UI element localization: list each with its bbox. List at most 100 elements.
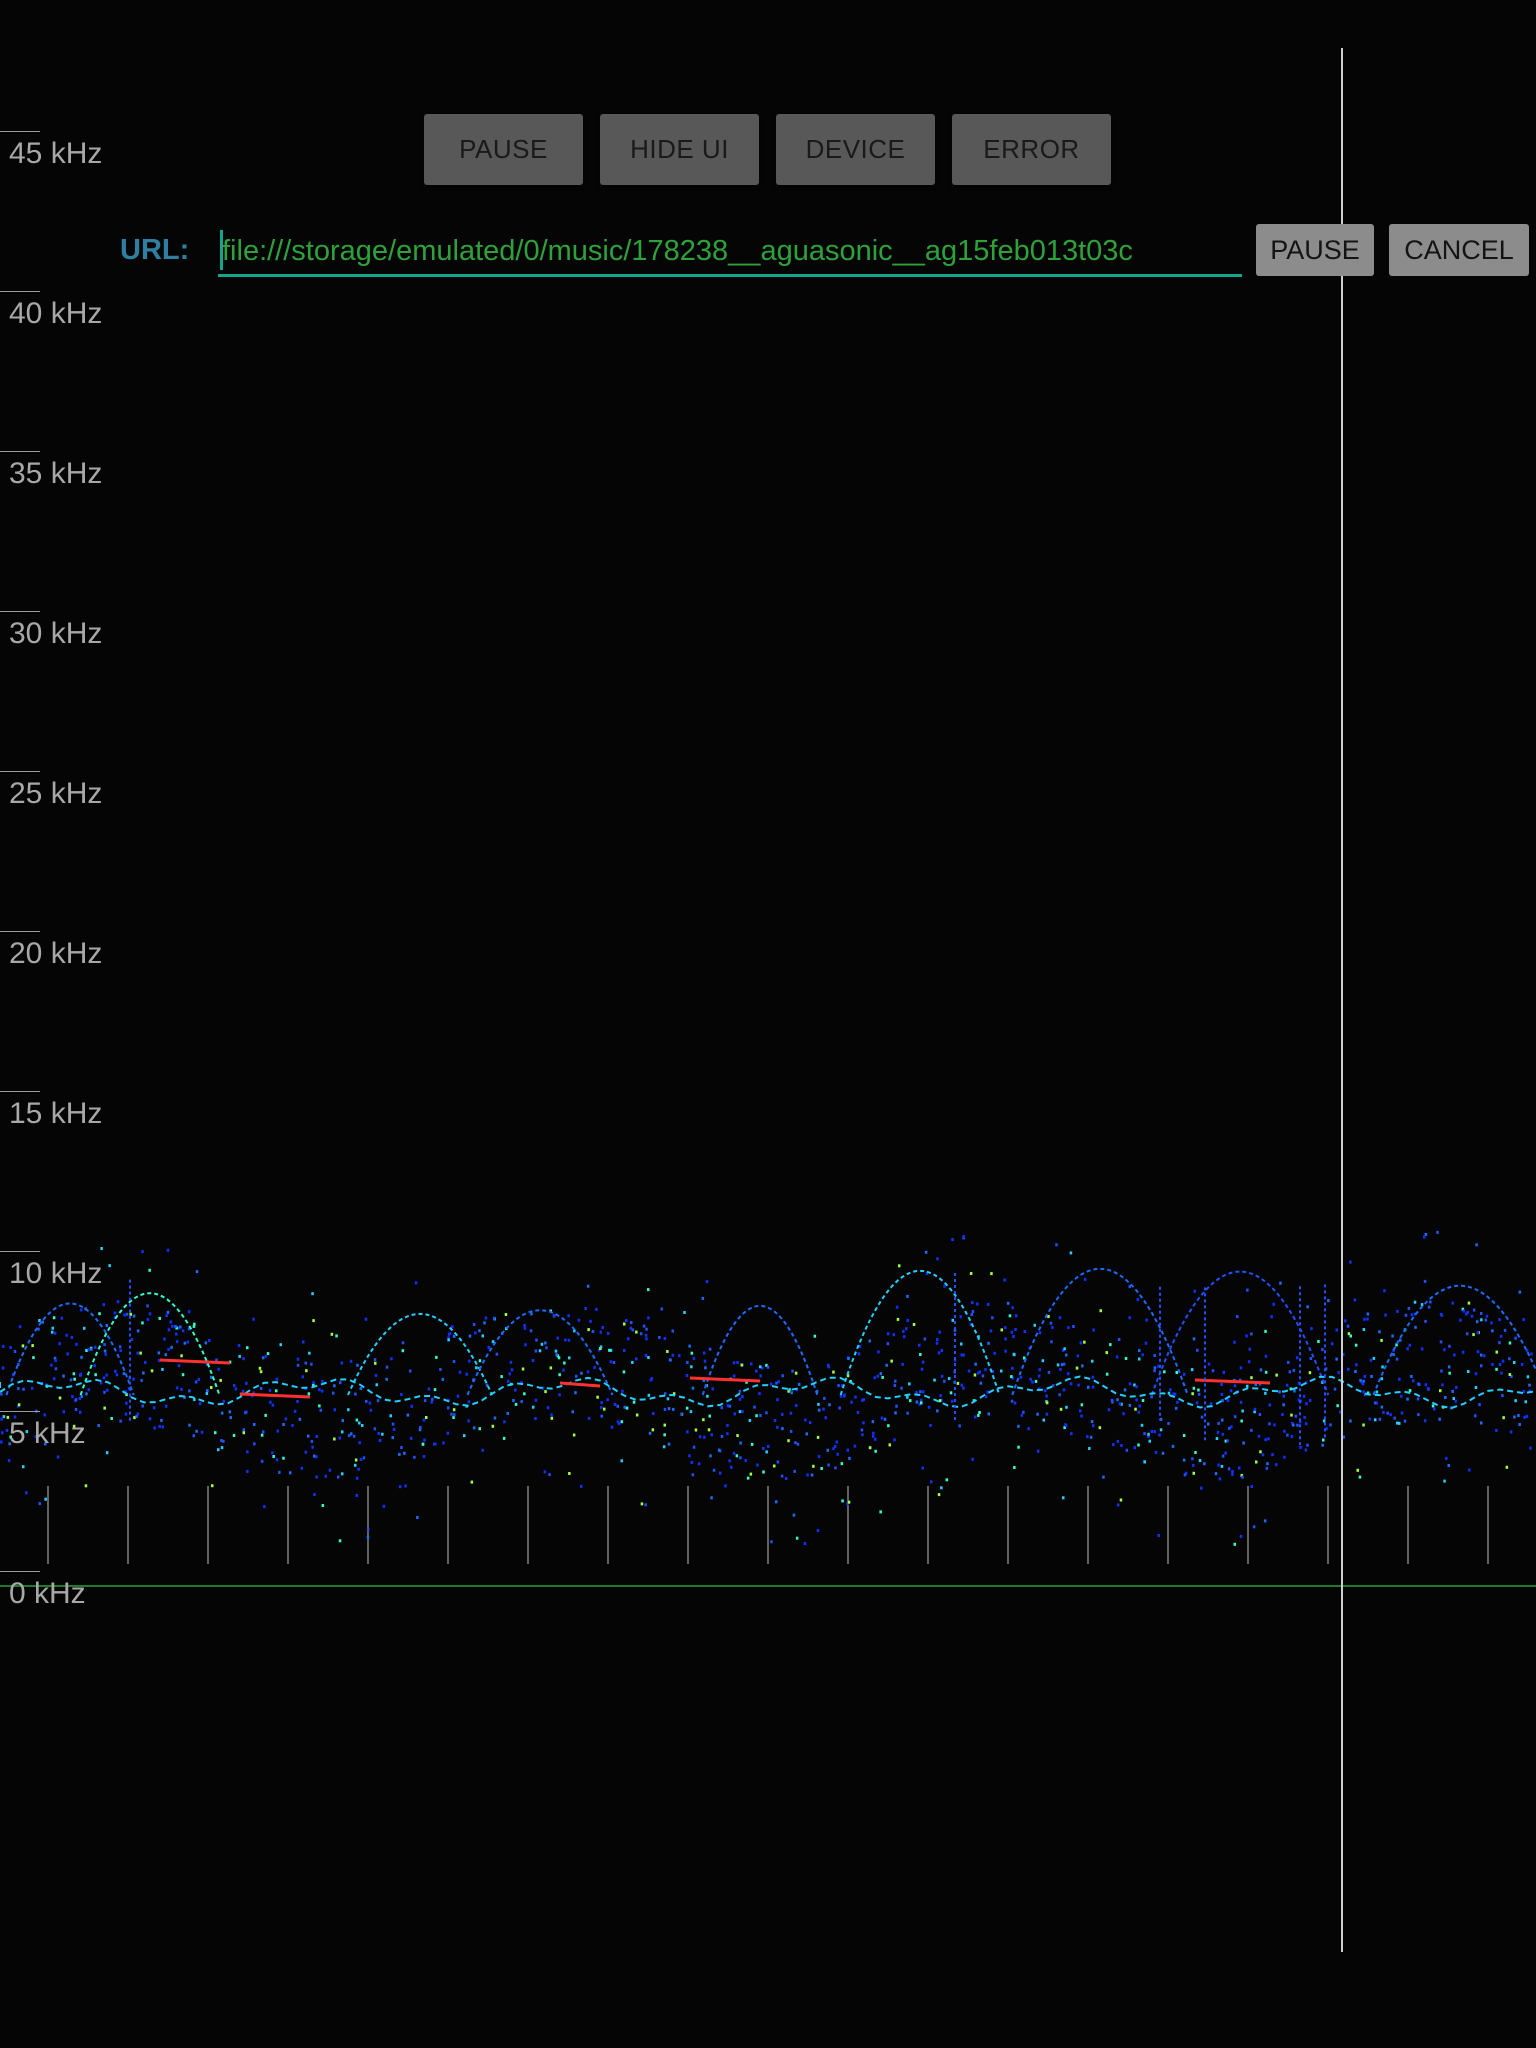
spectrum-speck [741, 1410, 744, 1414]
spectrum-speck [311, 1292, 314, 1296]
url-cancel-button[interactable]: CANCEL [1389, 224, 1529, 276]
spectrum-speck [1282, 1394, 1285, 1398]
spectrum-speck [1513, 1415, 1516, 1419]
time-ticks [47, 1486, 1489, 1564]
spectrum-speck [105, 1451, 109, 1455]
spectrum-speck [710, 1433, 713, 1437]
spectrum-speck [123, 1313, 126, 1317]
spectrogram-canvas[interactable] [0, 0, 1536, 2048]
spectrum-speck [175, 1340, 179, 1344]
spectrum-speck [105, 1324, 108, 1327]
freq-tick-40 [0, 291, 40, 292]
spectrum-speck [1192, 1386, 1196, 1390]
url-pause-button[interactable]: PAUSE [1256, 224, 1374, 276]
spectrum-speck [1322, 1419, 1326, 1423]
spectrum-speck [738, 1397, 742, 1401]
spectrum-speck [1231, 1469, 1234, 1473]
spectrum-speck [534, 1417, 537, 1420]
spectrum-speck [1045, 1394, 1048, 1398]
spectrum-speck [1029, 1377, 1032, 1381]
spectrum-speck [1197, 1388, 1200, 1392]
spectrum-speck [1154, 1450, 1158, 1454]
spectrum-speck [534, 1349, 538, 1353]
spectrum-speck [93, 1364, 96, 1368]
freq-label-35: 35 kHz [9, 457, 103, 490]
spectrum-speck [1413, 1300, 1417, 1304]
spectrum-speck [264, 1354, 268, 1358]
spectrum-speck [1123, 1388, 1127, 1392]
error-button[interactable]: ERROR [952, 114, 1111, 185]
spectrum-speck [103, 1390, 106, 1394]
spectrum-speck [205, 1392, 209, 1395]
spectrum-speck [902, 1335, 906, 1339]
spectrum-speck [580, 1371, 583, 1375]
spectrum-speck [433, 1388, 437, 1392]
spectrum-speck [1491, 1363, 1494, 1366]
hide-ui-button[interactable]: HIDE UI [600, 114, 759, 185]
spectrum-speck [558, 1373, 561, 1377]
spectrum-speck [170, 1345, 173, 1349]
spectrum-speck [166, 1310, 170, 1314]
spectrum-speck [321, 1379, 324, 1383]
spectrum-speck [739, 1441, 742, 1445]
spectrum-speck [862, 1421, 865, 1425]
spectrum-speck [140, 1378, 143, 1382]
spectrum-speck [1400, 1394, 1403, 1398]
spectrum-speck [1467, 1370, 1470, 1373]
spectrum-speck [580, 1484, 583, 1488]
spectrum-speck [1239, 1366, 1243, 1370]
spectrum-speck [951, 1318, 954, 1322]
spectrum-speck [366, 1535, 370, 1539]
spectrum-speck [1065, 1353, 1068, 1357]
freq-label-15: 15 kHz [9, 1097, 103, 1130]
spectrum-speck [1143, 1460, 1146, 1464]
spectrum-speck [1495, 1367, 1498, 1371]
spectrum-speck [589, 1319, 592, 1323]
spectrum-speck [0, 1417, 3, 1421]
spectrum-speck [1091, 1359, 1094, 1363]
spectrum-speck [735, 1454, 739, 1458]
spectrum-speck [877, 1350, 880, 1354]
spectrum-speck [960, 1353, 963, 1357]
spectrum-speck [313, 1493, 316, 1496]
device-button[interactable]: DEVICE [776, 114, 935, 185]
spectrum-speck [620, 1459, 623, 1463]
spectrum-speck [275, 1377, 279, 1381]
spectrum-speck [237, 1344, 241, 1347]
spectrum-speck [474, 1331, 477, 1335]
spectrum-speck [775, 1381, 778, 1385]
spectrum-speck [1290, 1435, 1294, 1439]
pause-button[interactable]: PAUSE [424, 114, 583, 185]
spectrum-speck [32, 1356, 35, 1360]
spectrum-speck [1192, 1337, 1196, 1341]
spectrum-speck [141, 1321, 144, 1325]
spectrum-speck [587, 1416, 591, 1420]
spectrum-speck [1253, 1407, 1257, 1411]
spectrum-speck [1141, 1353, 1144, 1357]
spectrum-speck [433, 1442, 436, 1446]
spectrum-speck [1245, 1334, 1248, 1338]
spectrum-speck [335, 1334, 338, 1338]
spectrum-speck [110, 1417, 113, 1420]
spectrum-speck [1268, 1403, 1271, 1407]
spectrum-speck [1386, 1411, 1389, 1415]
spectrum-speck [1117, 1338, 1121, 1341]
spectrum-speck [538, 1349, 542, 1353]
spectrum-speck [435, 1355, 438, 1359]
spectrum-speck [1183, 1372, 1186, 1376]
spectrum-speck [574, 1391, 577, 1395]
spectrum-speck [1182, 1434, 1186, 1437]
spectrum-speck [1391, 1334, 1394, 1338]
spectrum-speck [510, 1368, 514, 1372]
spectrum-speck [333, 1408, 336, 1412]
spectrum-speck [979, 1381, 983, 1385]
spectrum-speck [1004, 1349, 1007, 1353]
spectrum-speck [1299, 1445, 1302, 1449]
spectrum-speck [206, 1389, 209, 1393]
spectrum-speck [1248, 1347, 1251, 1351]
spectrum-speck [1389, 1413, 1392, 1417]
spectrum-speck [1218, 1477, 1222, 1481]
spectrum-speck [647, 1288, 650, 1292]
url-input[interactable] [218, 228, 1242, 277]
spectrum-speck [166, 1248, 170, 1252]
